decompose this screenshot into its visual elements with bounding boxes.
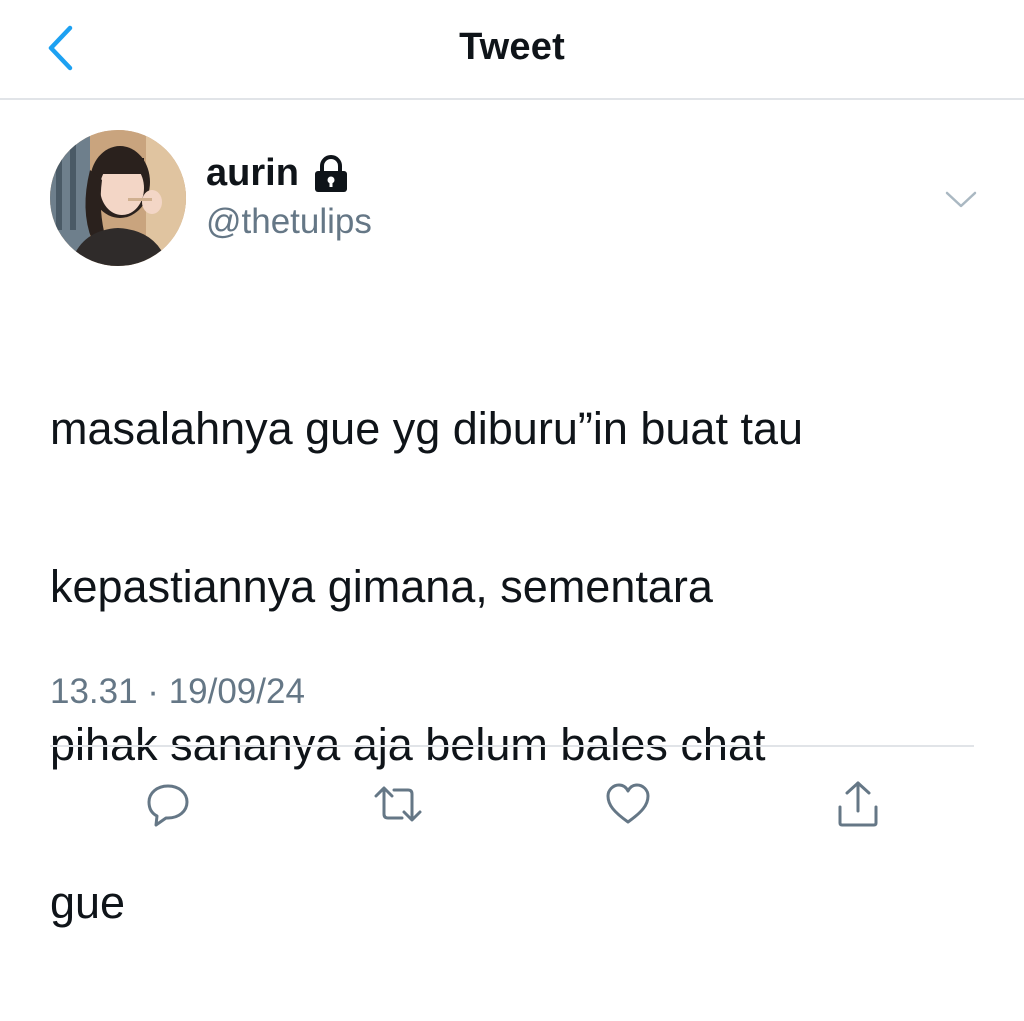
action-bar [0, 770, 1024, 834]
avatar[interactable] [50, 130, 186, 266]
page-title: Tweet [459, 26, 565, 68]
top-bar: Tweet [0, 0, 1024, 100]
like-icon [606, 783, 650, 824]
tweet-options-button[interactable] [938, 180, 984, 220]
reply-button[interactable] [140, 776, 196, 832]
avatar-photo [50, 130, 186, 266]
tweet-text-line: masalahnya gue yg diburu”in buat tau [50, 403, 804, 454]
reply-icon [147, 784, 189, 827]
retweet-button[interactable] [370, 776, 426, 832]
retweet-icon [374, 786, 422, 822]
share-icon [838, 781, 878, 827]
lock-icon [314, 154, 347, 192]
author-handle[interactable]: @thetulips [206, 202, 372, 242]
divider [50, 745, 974, 747]
author-display-name[interactable]: aurin [206, 152, 299, 195]
chevron-down-icon [945, 191, 977, 208]
tweet-text: masalahnya gue yg diburu”in buat tau kep… [50, 310, 970, 1021]
share-button[interactable] [830, 776, 886, 832]
like-button[interactable] [600, 776, 656, 832]
author-name-row[interactable]: aurin [206, 152, 349, 195]
tweet-timestamp: 13.31 · 19/09/24 [50, 672, 305, 711]
tweet-text-line: kepastiannya gimana, sementara [50, 561, 713, 612]
tweet-text-line: gue [50, 877, 126, 928]
